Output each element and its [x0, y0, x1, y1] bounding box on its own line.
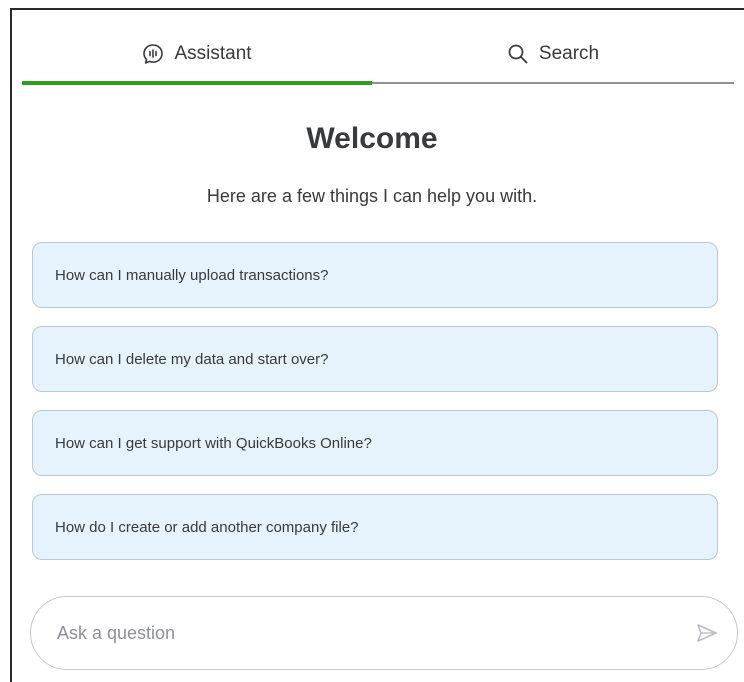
suggestion-upload-transactions[interactable]: How can I manually upload transactions?: [32, 242, 718, 308]
tab-search-label: Search: [538, 43, 600, 64]
tab-assistant-label: Assistant: [174, 43, 252, 64]
suggestion-get-support[interactable]: How can I get support with QuickBooks On…: [32, 410, 718, 476]
suggestion-delete-data[interactable]: How can I delete my data and start over?: [32, 326, 718, 392]
welcome-title: Welcome: [306, 122, 438, 155]
send-icon[interactable]: [695, 621, 719, 645]
tab-bar: Assistant Search: [22, 24, 734, 86]
chat-bubble-icon: [142, 43, 164, 65]
ask-question-input[interactable]: [57, 622, 657, 644]
suggestion-add-company-file[interactable]: How do I create or add another company f…: [32, 494, 718, 560]
tab-assistant[interactable]: Assistant: [22, 24, 372, 84]
suggestion-list: How can I manually upload transactions? …: [32, 242, 718, 578]
welcome-subtitle: Here are a few things I can help you wit…: [206, 186, 538, 206]
ask-question-box: [30, 596, 738, 670]
tab-search[interactable]: Search: [372, 24, 734, 84]
active-tab-indicator: [22, 81, 372, 85]
search-icon: [507, 43, 529, 65]
